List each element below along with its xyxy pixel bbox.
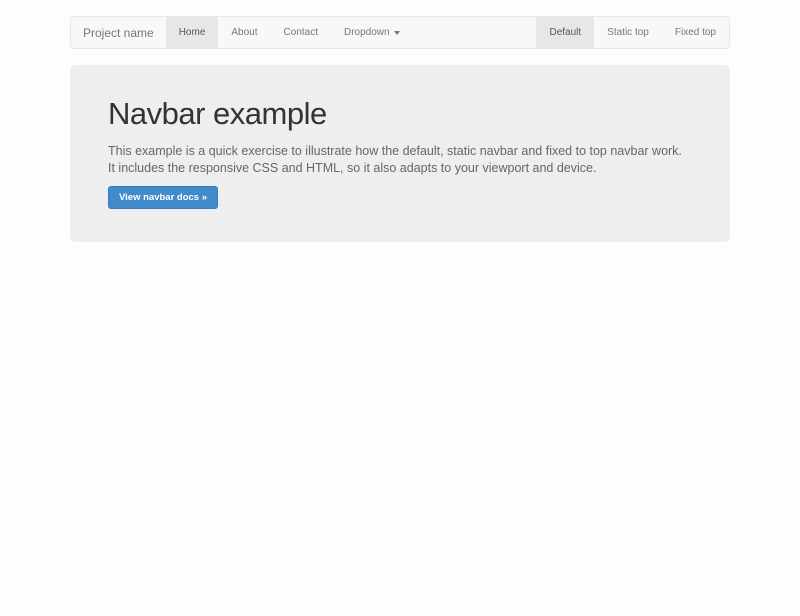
nav-item-static-top[interactable]: Static top — [594, 17, 662, 48]
nav-item-dropdown-label: Dropdown — [344, 27, 390, 38]
nav-item-dropdown[interactable]: Dropdown — [331, 17, 413, 48]
caret-down-icon — [394, 31, 400, 35]
page-title: Navbar example — [108, 97, 692, 131]
nav-item-home[interactable]: Home — [166, 17, 219, 48]
navbar-left-nav: Home About Contact Dropdown — [166, 17, 413, 48]
navbar: Project name Home About Contact Dropdown… — [70, 16, 730, 49]
view-navbar-docs-button[interactable]: View navbar docs » — [108, 186, 218, 209]
jumbotron-description: This example is a quick exercise to illu… — [108, 143, 692, 176]
navbar-right-nav: Default Static top Fixed top — [536, 17, 729, 48]
nav-item-fixed-top[interactable]: Fixed top — [662, 17, 729, 48]
nav-item-about[interactable]: About — [218, 17, 270, 48]
navbar-brand[interactable]: Project name — [71, 17, 166, 48]
nav-item-contact[interactable]: Contact — [271, 17, 331, 48]
page-container: Project name Home About Contact Dropdown… — [70, 16, 730, 242]
jumbotron: Navbar example This example is a quick e… — [70, 65, 730, 242]
nav-item-default[interactable]: Default — [536, 17, 594, 48]
